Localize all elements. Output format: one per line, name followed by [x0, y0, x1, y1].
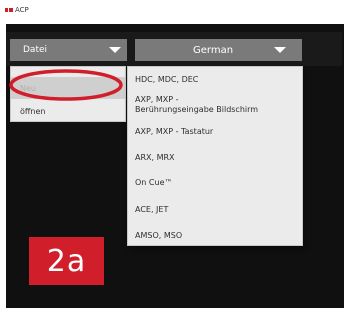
- app-window: ACP Datei German Neu öffnen HDC, MDC, DE…: [0, 0, 348, 316]
- language-dropdown-label: German: [193, 45, 234, 56]
- menu-item-open[interactable]: öffnen: [11, 100, 125, 122]
- language-item-label: On Cue™: [135, 178, 173, 187]
- language-item-label: ACE, JET: [135, 205, 169, 214]
- language-dropdown[interactable]: German: [135, 39, 302, 61]
- step-badge-label: 2a: [46, 244, 87, 279]
- step-badge: 2a: [29, 237, 104, 285]
- language-item-label-line2: Berührungseingabe Bildschirm: [135, 105, 259, 114]
- language-item-amso-mso[interactable]: AMSO, MSO: [135, 231, 299, 241]
- language-item-on-cue[interactable]: On Cue™: [135, 178, 299, 188]
- language-menu: HDC, MDC, DEC AXP, MXP - Berührungseinga…: [127, 66, 303, 246]
- app-logo-icon: [5, 8, 13, 12]
- language-item-axp-mxp-touch[interactable]: AXP, MXP - Berührungseingabe Bildschirm: [135, 95, 299, 115]
- language-item-label: ARX, MRX: [135, 153, 175, 162]
- chevron-down-icon: [274, 47, 286, 53]
- file-dropdown-label: Datei: [23, 45, 48, 55]
- menu-item-new-label: Neu: [20, 84, 36, 93]
- language-item-ace-jet[interactable]: ACE, JET: [135, 205, 299, 215]
- language-item-hdc-mdc-dec[interactable]: HDC, MDC, DEC: [135, 75, 299, 85]
- title-bar: ACP: [0, 0, 348, 20]
- language-item-label: AXP, MXP - Tastatur: [135, 127, 214, 136]
- menu-item-new[interactable]: Neu: [11, 77, 125, 99]
- menu-item-open-label: öffnen: [20, 107, 46, 116]
- window-title: ACP: [15, 6, 29, 14]
- chevron-down-icon: [109, 47, 121, 53]
- file-dropdown[interactable]: Datei: [10, 39, 127, 61]
- language-item-label-line1: AXP, MXP -: [135, 95, 179, 104]
- language-item-label: AMSO, MSO: [135, 231, 183, 240]
- language-item-label: HDC, MDC, DEC: [135, 75, 199, 84]
- file-menu: Neu öffnen: [10, 66, 126, 122]
- language-item-arx-mrx[interactable]: ARX, MRX: [135, 153, 299, 163]
- language-item-axp-mxp-keyboard[interactable]: AXP, MXP - Tastatur: [135, 127, 299, 137]
